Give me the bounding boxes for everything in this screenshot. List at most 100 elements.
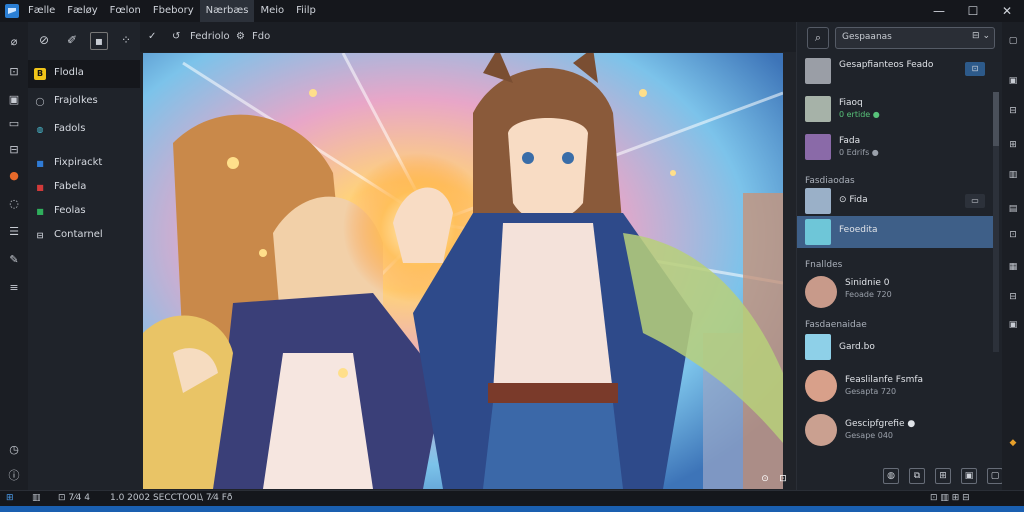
asset-thumbnail: [805, 96, 831, 122]
asset-row-selected[interactable]: Feoedita: [797, 216, 993, 248]
asset-action-icon[interactable]: ▭: [965, 194, 985, 208]
layer-label: Flodla: [54, 67, 84, 78]
asset-subtitle: Gesape 040: [845, 431, 894, 440]
asset-thumbnail: [805, 134, 831, 160]
canvas-area: ⊙ ⊡: [140, 52, 796, 490]
gear-icon[interactable]: ⚙: [236, 28, 245, 46]
list-tool-icon[interactable]: ≡: [4, 278, 24, 298]
assets-panel: ⌕ Gespaanas ⊟ ⌄ Gesapfianteos Feado ⊡ Fi…: [796, 22, 1003, 490]
search-icon[interactable]: ⌕: [807, 27, 829, 49]
minimize-button[interactable]: —: [922, 0, 956, 22]
layer-label: Feolas: [54, 205, 86, 216]
layer-item-7[interactable]: ⊟ Contarnel: [28, 222, 140, 250]
search-input[interactable]: Gespaanas ⊟ ⌄: [835, 27, 995, 49]
panel-icon-5[interactable]: ▥: [1006, 168, 1020, 182]
menu-item-2[interactable]: Fæløy: [61, 0, 103, 22]
panel-icon-1[interactable]: ▢: [1006, 34, 1020, 48]
info-icon[interactable]: ⓘ: [4, 466, 24, 486]
check-icon[interactable]: ✓: [148, 28, 156, 46]
status-document-info: 1.0 2002 SECCTOOL: [110, 493, 202, 503]
canvas-fit-icon[interactable]: ⊙: [758, 472, 772, 486]
scrollbar-thumb[interactable]: [993, 92, 999, 146]
layer-tool-icon[interactable]: ⊟: [4, 140, 24, 160]
stack-tool-icon[interactable]: ☰: [4, 222, 24, 242]
image-tool-icon[interactable]: ▣: [4, 90, 24, 110]
panel-icon-8[interactable]: ▦: [1006, 260, 1020, 274]
pen-icon[interactable]: ✐: [62, 30, 82, 50]
lasso-tool-icon[interactable]: ◌: [4, 194, 24, 214]
app-logo-icon[interactable]: [4, 3, 20, 19]
copy-icon[interactable]: ⧉: [909, 468, 925, 484]
layer-item-3[interactable]: ◍ Fadols: [28, 116, 140, 144]
asset-title: Sinidnie 0: [845, 278, 890, 288]
brush-icon[interactable]: ⊘: [34, 30, 54, 50]
asset-row[interactable]: Fada 0 Edrifs ●: [797, 130, 993, 164]
menu-item-7[interactable]: Fiilp: [290, 0, 322, 22]
panel-icon-4[interactable]: ⊞: [1006, 138, 1020, 152]
scrollbar[interactable]: [993, 92, 999, 352]
image-icon[interactable]: ▣: [961, 468, 977, 484]
asset-row[interactable]: Fiaoq 0 ertide ●: [797, 92, 993, 126]
menu-item-3[interactable]: Fœlon: [104, 0, 147, 22]
asset-action-icon[interactable]: ⊡: [965, 62, 985, 76]
history-icon[interactable]: ◷: [4, 440, 24, 460]
asset-row[interactable]: Feaslilanfe Fsmfa Gesapta 720: [797, 366, 993, 406]
selection-icon[interactable]: ▪: [90, 32, 108, 50]
layers-panel: ⊘ ✐ ▪ ⁘ B Flodla ◯ Frajolkes ◍ Fadols ■ …: [28, 22, 141, 490]
layer-item-2[interactable]: ◯ Frajolkes: [28, 88, 140, 116]
panel-icon-6[interactable]: ▤: [1006, 202, 1020, 216]
maximize-button[interactable]: ☐: [956, 0, 990, 22]
menu-item-5[interactable]: Nærbæs: [199, 0, 255, 22]
panel-icon-9[interactable]: ⊟: [1006, 290, 1020, 304]
panel-icon-10[interactable]: ▣: [1006, 318, 1020, 332]
asset-row[interactable]: Sinidnie 0 Feoade 720: [797, 272, 993, 310]
menu-item-6[interactable]: Meio: [254, 0, 290, 22]
search-value: Gespaanas: [842, 32, 892, 42]
window-controls: — ☐ ✕: [922, 0, 1024, 22]
panel-icon-3[interactable]: ⊟: [1006, 104, 1020, 118]
layer-label: Contarnel: [54, 229, 103, 240]
marquee-icon[interactable]: ⁘: [116, 30, 136, 50]
panel-icon-7[interactable]: ⊡: [1006, 228, 1020, 242]
window-tool-icon[interactable]: ▭: [4, 114, 24, 134]
asset-row[interactable]: Gescipfgrefie ● Gesape 040: [797, 410, 993, 450]
panel-icon-2[interactable]: ▣: [1006, 74, 1020, 88]
asset-row[interactable]: ⊙ Fida ▭: [797, 186, 993, 216]
color-tool-icon[interactable]: ●: [4, 166, 24, 186]
layer-item-1[interactable]: B Flodla: [28, 60, 140, 88]
asset-title: Gesapfianteos Feado: [839, 60, 934, 70]
canvas-view-icon[interactable]: ⊡: [776, 472, 790, 486]
menu-item-1[interactable]: Fælle: [22, 0, 61, 22]
asset-thumbnail: [805, 334, 831, 360]
options-bar: ✓ ↺ Fedriolo ⚙ Fdo: [140, 22, 796, 52]
frame-tool-icon[interactable]: ⊡: [4, 62, 24, 82]
mode-label[interactable]: Fedriolo: [190, 28, 230, 46]
close-button[interactable]: ✕: [990, 0, 1024, 22]
value-label[interactable]: Fdo: [252, 28, 270, 46]
delete-icon[interactable]: ▢: [987, 468, 1003, 484]
search-options-icon[interactable]: ⊟ ⌄: [972, 31, 990, 41]
right-toolbar: ▢ ▣ ⊟ ⊞ ▥ ▤ ⊡ ▦ ⊟ ▣ ◆: [1002, 22, 1024, 490]
eraser-tool-icon[interactable]: ⌀: [4, 32, 24, 52]
asset-title: Gescipfgrefie ●: [845, 419, 916, 429]
plugin-icon[interactable]: ◆: [1006, 436, 1020, 450]
windows-icon[interactable]: ⊞: [6, 493, 14, 503]
menu-list: Fælle Fæløy Fœlon Fbebory Nærbæs Meio Fi…: [22, 0, 322, 22]
asset-title: Gard.bo: [839, 342, 875, 352]
red-square-icon: ■: [36, 183, 44, 192]
canvas-artwork[interactable]: [143, 53, 783, 489]
undo-icon[interactable]: ↺: [172, 28, 180, 46]
asset-thumbnail: [805, 58, 831, 84]
avatar: [805, 370, 837, 402]
status-layers-icon[interactable]: ▥: [32, 493, 41, 503]
layer-label: Fadols: [54, 123, 86, 134]
panel-footer-toolbar: ◍ ⧉ ⊞ ▣ ▢: [883, 468, 1003, 484]
new-layer-icon[interactable]: ⊞: [935, 468, 951, 484]
status-right-icons[interactable]: ⊡ ▥ ⊞ ⊟: [930, 493, 970, 503]
menu-item-4[interactable]: Fbebory: [147, 0, 200, 22]
asset-row[interactable]: Gard.bo: [797, 330, 993, 362]
asset-row[interactable]: Gesapfianteos Feado ⊡: [797, 54, 993, 88]
asset-subtitle: Gesapta 720: [845, 387, 897, 396]
globe-icon[interactable]: ◍: [883, 468, 899, 484]
brush-tool-icon[interactable]: ✎: [4, 250, 24, 270]
